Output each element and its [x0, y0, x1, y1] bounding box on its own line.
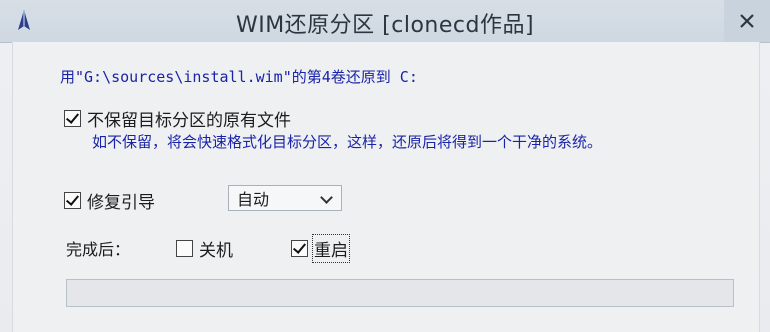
- close-button[interactable]: [724, 0, 770, 42]
- after-complete-label: 完成后：: [66, 240, 131, 259]
- keep-files-hint: 如不保留，将会快速格式化目标分区，这样，还原后将得到一个干净的系统。: [92, 133, 603, 151]
- keep-files-label: 不保留目标分区的原有文件: [87, 111, 291, 131]
- keep-files-checkbox[interactable]: [64, 110, 81, 127]
- boot-mode-value: 自动: [237, 190, 270, 209]
- chevron-down-icon: [320, 191, 333, 204]
- keep-files-option[interactable]: 不保留目标分区的原有文件: [64, 106, 291, 131]
- restart-option[interactable]: 重启: [291, 234, 350, 263]
- window-title: WIM还原分区 [clonecd作品]: [235, 13, 535, 38]
- shutdown-checkbox[interactable]: [176, 240, 193, 257]
- wim-restore-window: WIM还原分区 [clonecd作品] 用"G:\sources\install…: [0, 0, 770, 332]
- shutdown-label: 关机: [199, 241, 233, 261]
- restart-label: 重启: [312, 234, 350, 263]
- repair-boot-checkbox[interactable]: [64, 192, 81, 209]
- title-bar[interactable]: WIM还原分区 [clonecd作品]: [0, 0, 770, 43]
- repair-boot-label: 修复引导: [87, 193, 155, 213]
- restart-checkbox[interactable]: [291, 240, 308, 257]
- progress-bar: [66, 279, 734, 307]
- repair-boot-option[interactable]: 修复引导: [64, 188, 155, 213]
- boot-mode-select[interactable]: 自动: [228, 185, 342, 211]
- close-icon: [740, 14, 754, 28]
- shutdown-option[interactable]: 关机: [176, 236, 233, 261]
- restore-info-text: 用"G:\sources\install.wim"的第4卷还原到 C:: [60, 68, 418, 86]
